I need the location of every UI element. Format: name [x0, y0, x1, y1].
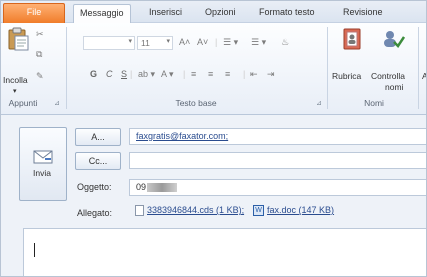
decrease-indent-icon[interactable]: ⇤ [250, 69, 258, 80]
bold-button[interactable]: G [90, 69, 97, 79]
tab-inserisci[interactable]: Inserisci [143, 4, 188, 23]
send-button[interactable]: Invia [19, 127, 67, 201]
font-color-icon[interactable]: A ▾ [161, 69, 174, 80]
address-book-button[interactable]: Rubrica [332, 27, 371, 89]
names-group-label: Nomi [364, 98, 384, 108]
outlook-compose-window: File Messaggio Inserisci Opzioni Formato… [0, 0, 427, 277]
paste-button[interactable]: Incolla ▾ [3, 27, 30, 95]
font-launcher-icon[interactable]: ⊿ [316, 99, 322, 107]
check-names-label-line2: nomi [385, 82, 404, 92]
compose-area: Invia A... faxgratis@faxator.com; Cc... … [1, 115, 426, 276]
address-book-icon [343, 28, 361, 50]
grow-font-icon[interactable]: A˄ [179, 37, 190, 47]
underline-button[interactable]: S [121, 69, 127, 79]
clipboard-icon [8, 27, 29, 51]
subject-text: 09 [136, 182, 147, 192]
send-icon [33, 150, 53, 164]
attachment-1[interactable]: 3383946844.cds (1 KB); [135, 205, 245, 217]
message-body[interactable] [23, 228, 426, 276]
tab-file[interactable]: File [3, 3, 65, 23]
attachment-name: 3383946844.cds (1 KB); [147, 205, 245, 215]
subject-label: Oggetto: [77, 182, 112, 192]
font-group-divider: | [215, 37, 218, 47]
align-right-icon[interactable]: ≡ [225, 69, 230, 79]
send-label: Invia [33, 168, 51, 178]
clipboard-launcher-icon[interactable]: ⊿ [54, 99, 60, 107]
ribbon: Incolla ▾ ✂ ⧉ ✎ Appunti ⊿ ▾ 11 ▾ A˄ A˅ |… [1, 23, 426, 115]
cc-button[interactable]: Cc... [75, 152, 121, 170]
tab-revisione[interactable]: Revisione [337, 4, 389, 23]
font-name-combo[interactable]: ▾ [83, 36, 135, 50]
word-doc-icon: W [253, 205, 264, 217]
ribbon-separator [327, 27, 328, 109]
clipboard-group-label: Appunti [8, 98, 38, 108]
numbering-icon[interactable]: ☰ ▾ [251, 37, 266, 48]
align-left-icon[interactable]: ≡ [191, 69, 196, 79]
font-group-divider-2: | [130, 69, 133, 79]
to-field[interactable]: faxgratis@faxator.com; [129, 128, 426, 145]
file-icon [135, 205, 144, 217]
ribbon-separator [418, 27, 419, 109]
font-group-label: Testo base [175, 98, 217, 108]
to-recipient[interactable]: faxgratis@faxator.com; [136, 131, 228, 141]
font-group-divider-3: | [183, 69, 186, 79]
font-size-value: 11 [141, 38, 150, 48]
italic-button[interactable]: C [106, 69, 113, 79]
increase-indent-icon[interactable]: ⇥ [267, 69, 275, 80]
cut-icon[interactable]: ✂ [36, 29, 44, 40]
font-size-combo[interactable]: 11 ▾ [137, 36, 173, 50]
copy-icon[interactable]: ⧉ [36, 49, 42, 60]
paste-dropdown-icon[interactable]: ▾ [13, 87, 17, 95]
to-button[interactable]: A... [75, 128, 121, 146]
redacted-mark [147, 183, 178, 193]
font-group-divider-4: | [243, 69, 246, 79]
ribbon-overflow-label: A [422, 71, 426, 81]
align-center-icon[interactable]: ≡ [208, 69, 213, 79]
shrink-font-icon[interactable]: A˅ [197, 37, 208, 47]
text-cursor [34, 243, 35, 257]
tab-opzioni[interactable]: Opzioni [199, 4, 242, 23]
clear-format-icon[interactable]: ♨ [281, 37, 289, 48]
tab-messaggio[interactable]: Messaggio [73, 4, 131, 24]
check-names-icon [384, 31, 405, 48]
check-names-button[interactable]: Controlla nomi [371, 27, 419, 92]
ribbon-tab-bar: File Messaggio Inserisci Opzioni Formato… [1, 1, 426, 24]
cc-field[interactable] [129, 152, 426, 169]
attachment-label: Allegato: [77, 208, 113, 218]
format-painter-icon[interactable]: ✎ [36, 71, 44, 82]
tab-formato-testo[interactable]: Formato testo [253, 4, 321, 23]
attachments-row: 3383946844.cds (1 KB); Wfax.doc (147 KB) [129, 203, 426, 222]
subject-field[interactable]: 09 [129, 179, 426, 196]
attachment-name: fax.doc (147 KB) [267, 205, 335, 215]
address-book-label: Rubrica [332, 71, 362, 81]
ribbon-separator [66, 27, 67, 109]
bullets-icon[interactable]: ☰ ▾ [223, 37, 238, 48]
paste-label: Incolla [3, 75, 28, 85]
highlight-icon[interactable]: ab ▾ [138, 69, 155, 80]
attachment-2[interactable]: Wfax.doc (147 KB) [253, 205, 335, 217]
check-names-label-line1: Controlla [371, 71, 406, 81]
subject-value: 09 [136, 182, 178, 193]
chevron-down-icon: ▾ [166, 38, 170, 45]
chevron-down-icon: ▾ [128, 38, 132, 45]
